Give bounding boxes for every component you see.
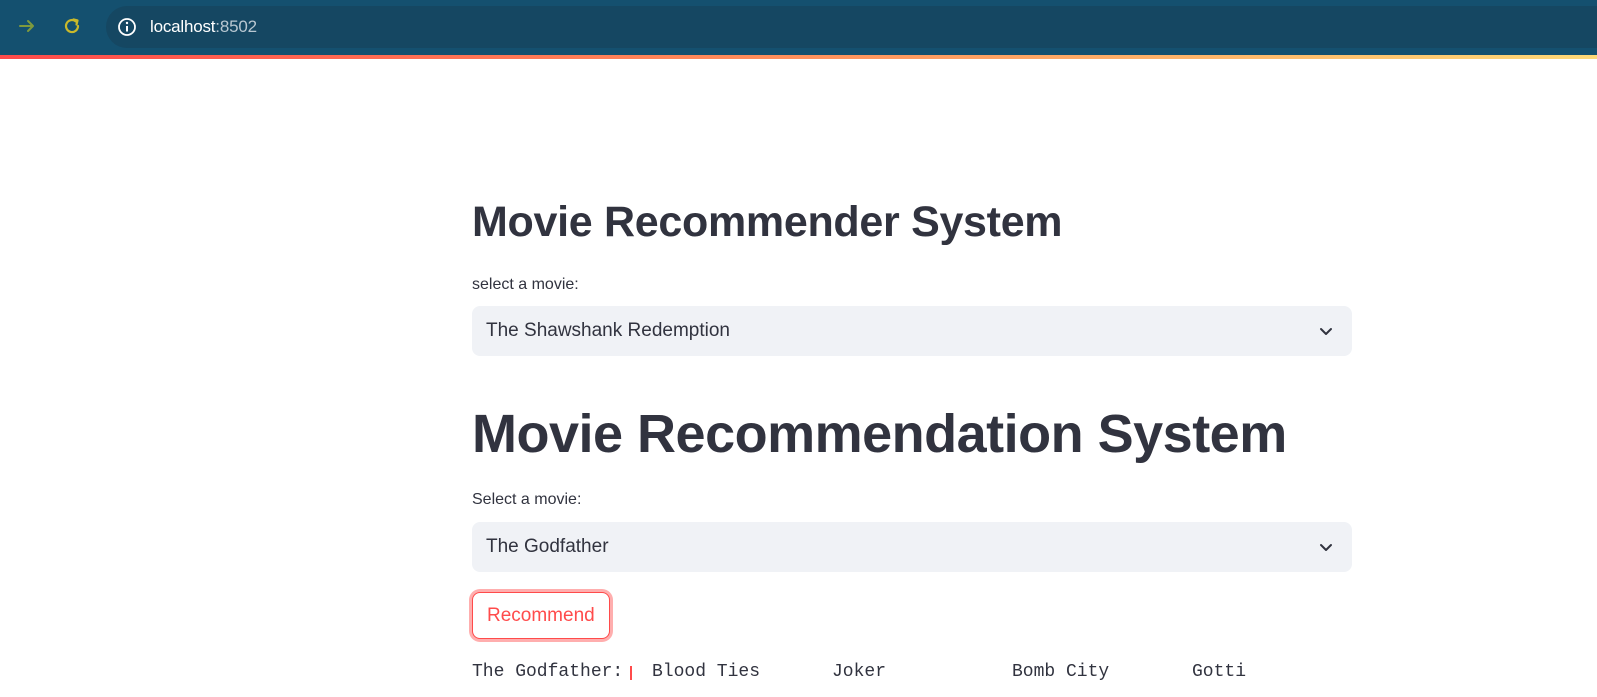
address-bar[interactable]: localhost:8502 — [106, 6, 1597, 48]
browser-toolbar: localhost:8502 — [0, 0, 1597, 55]
result-item: Bomb City — [1012, 662, 1110, 682]
url-port: :8502 — [215, 17, 257, 36]
app-header-decoration — [0, 55, 1597, 59]
arrow-right-icon — [17, 16, 37, 41]
page-title: Movie Recommender System — [472, 198, 1063, 246]
recommend-button[interactable]: Recommend — [472, 592, 610, 639]
result-item: Blood Ties — [652, 662, 761, 682]
url-host: localhost — [150, 17, 216, 36]
section-title: Movie Recommendation System — [472, 404, 1287, 464]
column-divider — [630, 666, 632, 680]
recommend-select-value: The Godfather — [486, 536, 609, 557]
forward-button[interactable] — [13, 14, 41, 42]
info-icon[interactable] — [116, 16, 138, 38]
chevron-down-icon — [1316, 321, 1336, 341]
movie-select[interactable]: The Shawshank Redemption — [472, 306, 1352, 356]
reload-button[interactable] — [58, 14, 86, 42]
url-text: localhost:8502 — [150, 17, 257, 37]
reload-icon — [62, 16, 82, 41]
movie-select-label: select a movie: — [472, 276, 579, 293]
recommend-movie-select[interactable]: The Godfather — [472, 522, 1352, 572]
result-item: Joker — [832, 662, 887, 682]
movie-select-value: The Shawshank Redemption — [486, 320, 730, 341]
result-item: The Godfather: — [472, 662, 624, 682]
recommendation-results: The Godfather: Blood Ties Joker Bomb Cit… — [472, 662, 1352, 692]
recommend-select-label: Select a movie: — [472, 491, 582, 508]
result-item: Gotti — [1192, 662, 1247, 682]
chevron-down-icon — [1316, 537, 1336, 557]
